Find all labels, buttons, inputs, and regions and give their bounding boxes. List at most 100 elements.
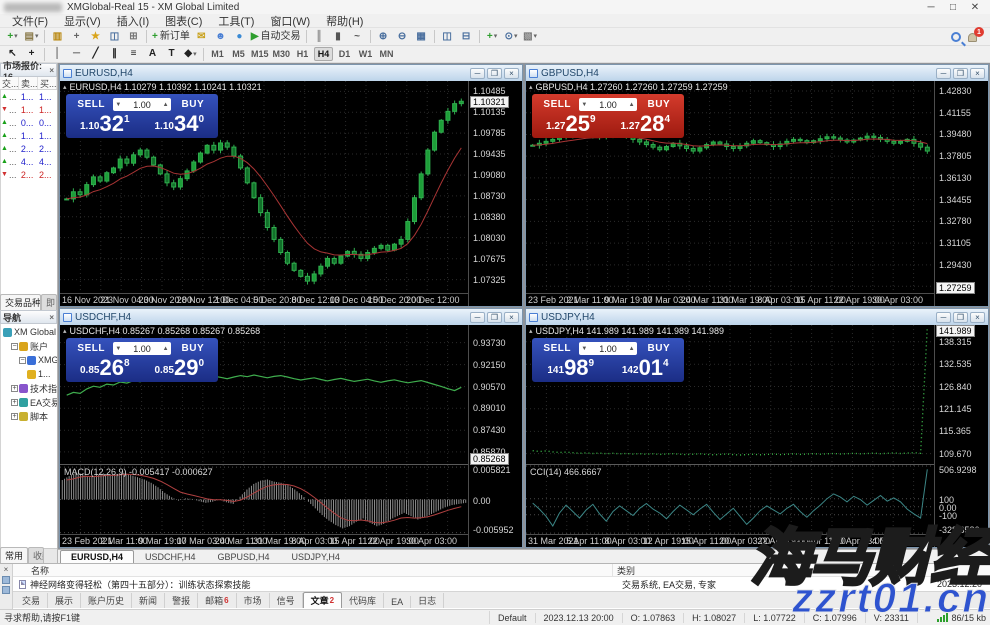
sell-button[interactable]: SELL bbox=[535, 99, 579, 110]
market-watch-row[interactable]: ▲...0...0... bbox=[1, 116, 57, 129]
volume-increase-icon[interactable]: ▲ bbox=[629, 346, 635, 352]
chart-window-usdchf[interactable]: USDCHF,H4─❐×▴USDCHF,H4 0.85267 0.85268 0… bbox=[59, 308, 523, 548]
tree-expand-icon[interactable]: + bbox=[11, 399, 18, 406]
terminal-close-icon[interactable]: × bbox=[4, 565, 9, 574]
navigator-item[interactable]: +脚本 bbox=[1, 409, 57, 423]
sell-button[interactable]: SELL bbox=[69, 99, 113, 110]
chart-minimize-button[interactable]: ─ bbox=[470, 68, 485, 79]
dropdown-arrow-icon[interactable]: ▾ bbox=[193, 51, 197, 58]
menu-C[interactable]: 图表(C) bbox=[157, 13, 210, 29]
terminal-tab-警报[interactable]: 警报 bbox=[165, 593, 198, 608]
tree-expand-icon[interactable]: − bbox=[19, 357, 26, 364]
vertical-line-tool[interactable]: │ bbox=[49, 47, 66, 62]
terminal-doc-icon[interactable] bbox=[2, 586, 10, 594]
tree-expand-icon[interactable]: + bbox=[11, 385, 18, 392]
timeframe-D1[interactable]: D1 bbox=[335, 47, 354, 61]
timeframe-M5[interactable]: M5 bbox=[229, 47, 248, 61]
terminal-tab-交易[interactable]: 交易 bbox=[15, 593, 48, 608]
pane-separator[interactable] bbox=[60, 464, 468, 465]
navigator-item[interactable]: −账户 bbox=[1, 339, 57, 353]
chart-minimize-button[interactable]: ─ bbox=[470, 312, 485, 323]
market-watch-column[interactable]: 买... bbox=[38, 77, 57, 89]
volume-input[interactable]: ▼1.00▲ bbox=[113, 342, 170, 355]
market-watch-row[interactable]: ▲...1...1... bbox=[1, 129, 57, 142]
navigator-close-icon[interactable]: × bbox=[49, 313, 54, 322]
terminal-tab-展示[interactable]: 展示 bbox=[48, 593, 81, 608]
terminal-doc-icon[interactable] bbox=[2, 576, 10, 584]
status-profile[interactable]: Default bbox=[490, 613, 536, 623]
timeframe-M15[interactable]: M15 bbox=[250, 47, 270, 61]
auto-trading-button[interactable]: ▶自动交易 bbox=[250, 29, 302, 44]
buy-price[interactable]: 0.85290 bbox=[144, 358, 216, 379]
volume-decrease-icon[interactable]: ▼ bbox=[581, 346, 587, 352]
menu-V[interactable]: 显示(V) bbox=[56, 13, 109, 29]
channel-tool[interactable]: ∥ bbox=[106, 47, 123, 62]
volume-decrease-icon[interactable]: ▼ bbox=[115, 346, 121, 352]
dropdown-arrow-icon[interactable]: ▾ bbox=[534, 33, 538, 40]
navigator-item[interactable]: +技术指标 bbox=[1, 381, 57, 395]
arrange-button[interactable]: ⊟ bbox=[458, 29, 475, 44]
volume-decrease-icon[interactable]: ▼ bbox=[581, 102, 587, 108]
zoom-in-button[interactable]: ⊕ bbox=[375, 29, 392, 44]
market-watch-column[interactable]: 卖... bbox=[19, 77, 38, 89]
market-watch-tab-0[interactable]: 交易品种 bbox=[0, 294, 41, 310]
line-chart-button[interactable]: ~ bbox=[349, 29, 366, 44]
menu-I[interactable]: 插入(I) bbox=[109, 13, 157, 29]
chart-tab-gbpusd[interactable]: GBPUSD,H4 bbox=[207, 550, 281, 563]
data-window-button[interactable]: + bbox=[68, 29, 85, 44]
bar-chart-button[interactable]: ║ bbox=[311, 29, 328, 44]
terminal-button[interactable]: ◫ bbox=[106, 29, 123, 44]
buy-price[interactable]: 142014 bbox=[610, 358, 682, 379]
chart-tab-usdchf[interactable]: USDCHF,H4 bbox=[134, 550, 207, 563]
chart-plot-area[interactable]: ▴USDCHF,H4 0.85267 0.85268 0.85267 0.852… bbox=[60, 325, 468, 547]
terminal-tab-日志[interactable]: 日志 bbox=[411, 593, 444, 608]
volume-decrease-icon[interactable]: ▼ bbox=[115, 102, 121, 108]
buy-price[interactable]: 1.10340 bbox=[144, 114, 216, 135]
chart-tab-eurusd[interactable]: EURUSD,H4 bbox=[60, 550, 134, 563]
community-button[interactable]: ☻ bbox=[212, 29, 229, 44]
volume-increase-icon[interactable]: ▲ bbox=[163, 102, 169, 108]
timeframe-M1[interactable]: M1 bbox=[208, 47, 227, 61]
close-button[interactable]: ✕ bbox=[964, 2, 986, 13]
chart-restore-button[interactable]: ❐ bbox=[487, 68, 502, 79]
pane-separator[interactable] bbox=[526, 464, 934, 465]
timeframe-M30[interactable]: M30 bbox=[272, 47, 292, 61]
chart-window-gbpusd[interactable]: GBPUSD,H4─❐×▴GBPUSD,H4 1.27260 1.27260 1… bbox=[525, 64, 989, 307]
chart-window-eurusd[interactable]: EURUSD,H4─❐×▴EURUSD,H4 1.10279 1.10392 1… bbox=[59, 64, 523, 307]
chart-minimize-button[interactable]: ─ bbox=[936, 68, 951, 79]
trendline-tool[interactable]: ╱ bbox=[87, 47, 104, 62]
navigator-item[interactable]: XM Global bbox=[1, 325, 57, 339]
chart-restore-button[interactable]: ❐ bbox=[487, 312, 502, 323]
cascade-button[interactable]: ◫ bbox=[439, 29, 456, 44]
one-click-trading-panel[interactable]: SELL▼1.00▲BUY0.852680.85290 bbox=[66, 338, 218, 382]
chart-plot-area[interactable]: ▴USDJPY,H4 141.989 141.989 141.989 141.9… bbox=[526, 325, 934, 547]
volume-input[interactable]: ▼1.00▲ bbox=[579, 342, 636, 355]
candlestick-chart-button[interactable]: ▮ bbox=[330, 29, 347, 44]
menu-F[interactable]: 文件(F) bbox=[4, 13, 56, 29]
metaeditor-button[interactable]: ✉ bbox=[193, 29, 210, 44]
menu-W[interactable]: 窗口(W) bbox=[262, 13, 318, 29]
timeframe-MN[interactable]: MN bbox=[377, 47, 396, 61]
market-watch-tab-1[interactable]: 即 bbox=[41, 294, 57, 310]
sell-price[interactable]: 1.27259 bbox=[535, 114, 607, 135]
market-watch-close-icon[interactable]: × bbox=[49, 66, 54, 75]
terminal-tab-信号[interactable]: 信号 bbox=[270, 593, 303, 608]
horizontal-line-tool[interactable]: ─ bbox=[68, 47, 85, 62]
chart-tab-usdjpy[interactable]: USDJPY,H4 bbox=[281, 550, 351, 563]
navigator-tab-1[interactable]: 收藏夹 bbox=[28, 547, 44, 563]
tree-expand-icon[interactable]: − bbox=[11, 343, 18, 350]
strategy-tester-button[interactable]: ⊞ bbox=[125, 29, 142, 44]
chart-close-button[interactable]: × bbox=[504, 312, 519, 323]
profiles-button[interactable]: ▤▾ bbox=[23, 29, 40, 44]
volume-input[interactable]: ▼1.00▲ bbox=[579, 98, 636, 111]
buy-button[interactable]: BUY bbox=[171, 99, 215, 110]
volume-increase-icon[interactable]: ▲ bbox=[629, 102, 635, 108]
sell-price[interactable]: 0.85268 bbox=[69, 358, 141, 379]
indicators-button[interactable]: +▾ bbox=[484, 29, 501, 44]
search-icon[interactable] bbox=[951, 32, 961, 42]
article-row[interactable]: 神经网络变得轻松（第四十五部分）：训练状态探索技能 交易系统, EA交易, 专家… bbox=[13, 577, 990, 591]
dropdown-arrow-icon[interactable]: ▾ bbox=[494, 33, 498, 40]
terminal-tab-EA[interactable]: EA bbox=[384, 596, 411, 608]
text-tool[interactable]: A bbox=[144, 47, 161, 62]
chart-close-button[interactable]: × bbox=[970, 312, 985, 323]
